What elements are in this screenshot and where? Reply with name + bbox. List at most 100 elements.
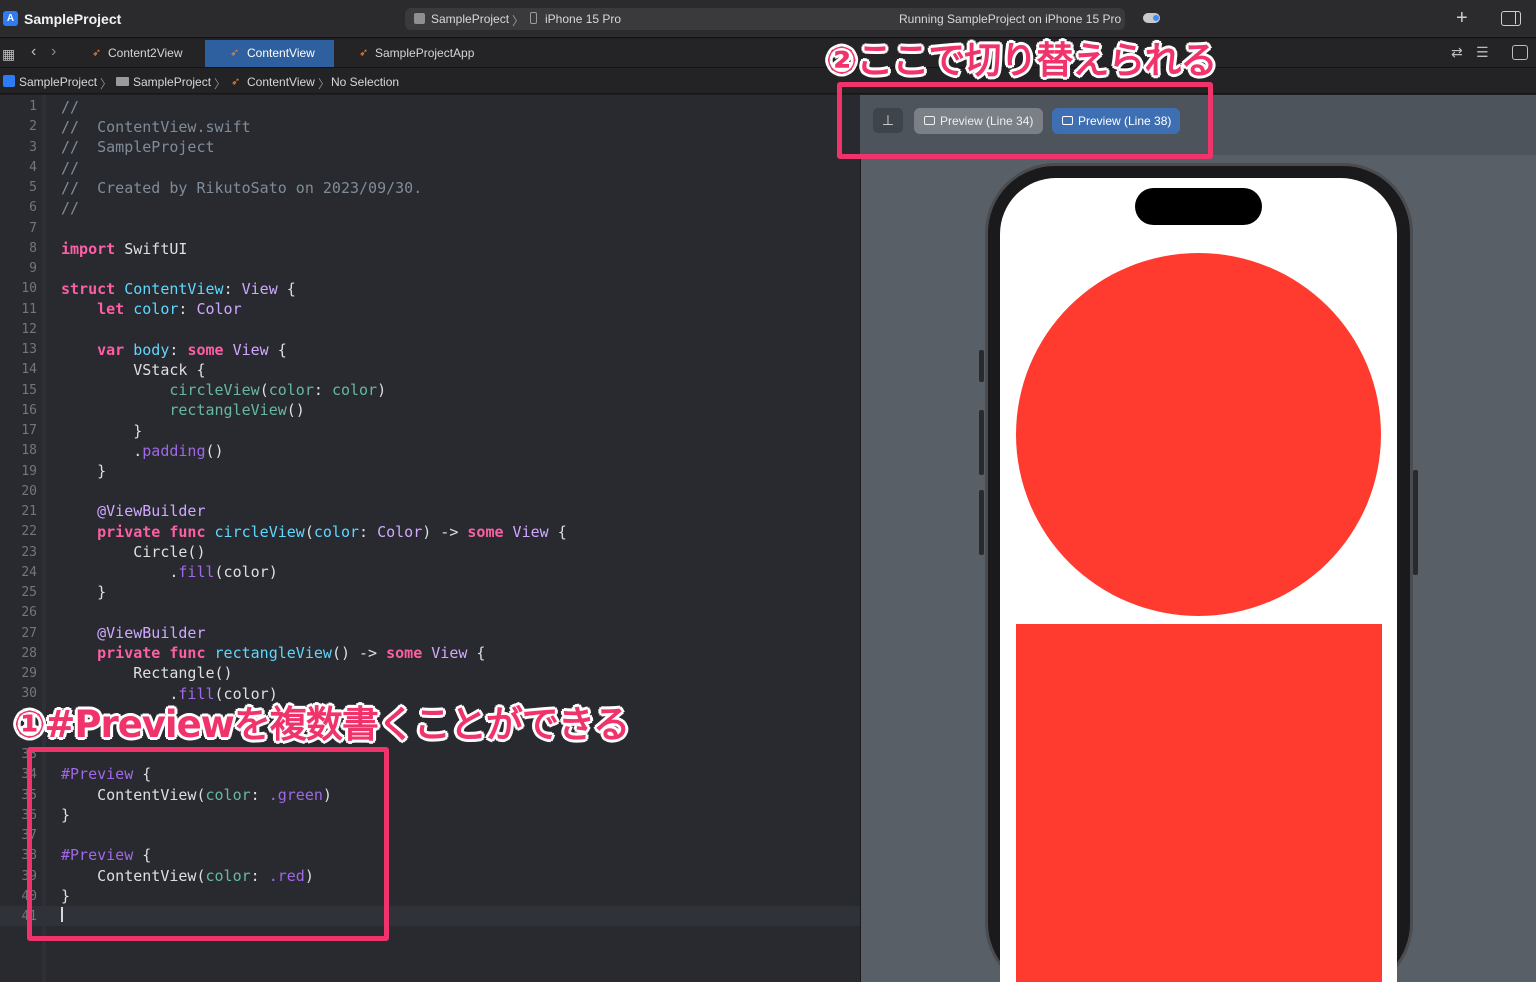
code-line-6: // — [61, 199, 80, 217]
breadcrumb-symbol[interactable]: No Selection — [331, 75, 399, 89]
line-number[interactable]: 19 — [0, 462, 37, 482]
breadcrumb-separator: 〉 — [318, 77, 331, 91]
back-chevron-icon[interactable]: ‹ — [31, 43, 36, 61]
action-button — [979, 350, 984, 382]
code-line-10: struct ContentView: View { — [61, 280, 296, 298]
line-number[interactable]: 5 — [0, 178, 37, 198]
line-number[interactable]: 7 — [0, 219, 37, 239]
code-line-14: VStack { — [61, 361, 206, 379]
project-title[interactable]: SampleProject — [24, 11, 121, 27]
tab-contentview[interactable]: ➶ ContentView — [205, 40, 334, 67]
volume-up-button — [979, 410, 984, 475]
annotation-note-2: ②ここで切り替えられる — [826, 39, 1217, 82]
scheme-separator: 〉 — [512, 14, 525, 28]
line-number[interactable]: 16 — [0, 401, 37, 421]
volume-down-button — [979, 490, 984, 555]
line-number[interactable]: 10 — [0, 279, 37, 299]
code-line-25: } — [61, 583, 107, 601]
code-line-19: } — [61, 462, 107, 480]
tab-label: Content2View — [108, 46, 183, 60]
side-button — [1413, 470, 1418, 575]
code-line-15: circleView(color: color) — [61, 381, 387, 399]
line-number[interactable]: 22 — [0, 522, 37, 542]
add-icon[interactable]: + — [1456, 7, 1468, 30]
dynamic-island — [1135, 188, 1262, 225]
circle-view — [1016, 253, 1381, 616]
folder-icon — [116, 77, 129, 86]
code-line-23: Circle() — [61, 543, 206, 561]
swift-file-icon: ➶ — [230, 47, 240, 59]
tab-content2view[interactable]: ➶ Content2View — [88, 40, 204, 67]
breadcrumb-folder[interactable]: SampleProject — [133, 75, 211, 89]
code-line-27: @ViewBuilder — [61, 624, 206, 642]
line-number[interactable]: 15 — [0, 381, 37, 401]
line-number[interactable]: 8 — [0, 239, 37, 259]
line-number[interactable]: 13 — [0, 340, 37, 360]
swift-file-icon: ➶ — [359, 47, 369, 59]
line-number[interactable]: 21 — [0, 502, 37, 522]
scheme-selector[interactable]: SampleProject — [431, 12, 509, 26]
xcode-project-icon: A — [3, 11, 18, 26]
line-number[interactable]: 24 — [0, 563, 37, 583]
code-line-18: .padding() — [61, 442, 224, 460]
code-line-1: // — [61, 98, 80, 116]
code-line-4: // — [61, 159, 80, 177]
code-line-17: } — [61, 422, 143, 440]
code-line-22: private func circleView(color: Color) ->… — [61, 523, 567, 541]
tab-label: SampleProjectApp — [375, 46, 475, 60]
scheme-icon — [414, 13, 425, 24]
line-number[interactable]: 23 — [0, 543, 37, 563]
line-number[interactable]: 3 — [0, 138, 37, 158]
forward-chevron-icon[interactable]: › — [51, 43, 56, 61]
rectangle-view — [1016, 624, 1382, 982]
code-line-8: import SwiftUI — [61, 240, 188, 258]
swift-file-icon: ➶ — [92, 47, 102, 59]
project-icon — [3, 75, 15, 87]
tab-label: ContentView — [247, 46, 315, 60]
activity-status: Running SampleProject on iPhone 15 Pro — [899, 12, 1122, 26]
line-number[interactable]: 25 — [0, 583, 37, 603]
tab-sampleprojectapp[interactable]: ➶ SampleProjectApp — [355, 40, 515, 67]
annotation-box-preview-switcher — [837, 82, 1213, 159]
editor-options-icon[interactable]: ☰ — [1476, 44, 1489, 61]
code-line-16: rectangleView() — [61, 401, 305, 419]
code-line-2: // ContentView.swift — [61, 118, 251, 136]
swift-file-icon: ➶ — [231, 76, 241, 88]
annotation-box-previews — [27, 747, 389, 941]
code-line-5: // Created by RikutoSato on 2023/09/30. — [61, 179, 423, 197]
line-number[interactable]: 28 — [0, 644, 37, 664]
line-number[interactable]: 11 — [0, 300, 37, 320]
cloud-status-icon[interactable] — [1143, 13, 1160, 23]
breadcrumb-file[interactable]: ContentView — [247, 75, 315, 89]
line-number[interactable]: 4 — [0, 158, 37, 178]
inspector-toggle-icon[interactable] — [1501, 11, 1521, 26]
annotation-note-1: ①#Previewを複数書くことができる — [14, 703, 630, 746]
code-line-21: @ViewBuilder — [61, 502, 206, 520]
code-line-28: private func rectangleView() -> some Vie… — [61, 644, 486, 662]
line-number[interactable]: 12 — [0, 320, 37, 340]
code-line-13: var body: some View { — [61, 341, 287, 359]
line-number[interactable]: 18 — [0, 441, 37, 461]
line-number[interactable]: 6 — [0, 198, 37, 218]
line-number[interactable]: 14 — [0, 360, 37, 380]
code-line-29: Rectangle() — [61, 664, 233, 682]
breadcrumb-project[interactable]: SampleProject — [19, 75, 97, 89]
line-number[interactable]: 9 — [0, 259, 37, 279]
breadcrumb-separator: 〉 — [214, 77, 227, 91]
line-number[interactable]: 2 — [0, 117, 37, 137]
line-number[interactable]: 27 — [0, 624, 37, 644]
swap-arrows-icon[interactable]: ⇄ — [1451, 44, 1463, 61]
code-line-3: // SampleProject — [61, 138, 215, 156]
line-number[interactable]: 20 — [0, 482, 37, 502]
code-line-11: let color: Color — [61, 300, 242, 318]
line-number[interactable]: 29 — [0, 664, 37, 684]
related-items-grid-icon[interactable]: ▦ — [2, 46, 15, 63]
line-number[interactable]: 1 — [0, 97, 37, 117]
breadcrumb-separator: 〉 — [100, 77, 113, 91]
line-number[interactable]: 26 — [0, 603, 37, 623]
code-line-24: .fill(color) — [61, 563, 278, 581]
iphone-icon — [530, 12, 537, 24]
line-number[interactable]: 17 — [0, 421, 37, 441]
run-destination-selector[interactable]: iPhone 15 Pro — [545, 12, 621, 26]
add-editor-pane-icon[interactable] — [1512, 45, 1528, 60]
